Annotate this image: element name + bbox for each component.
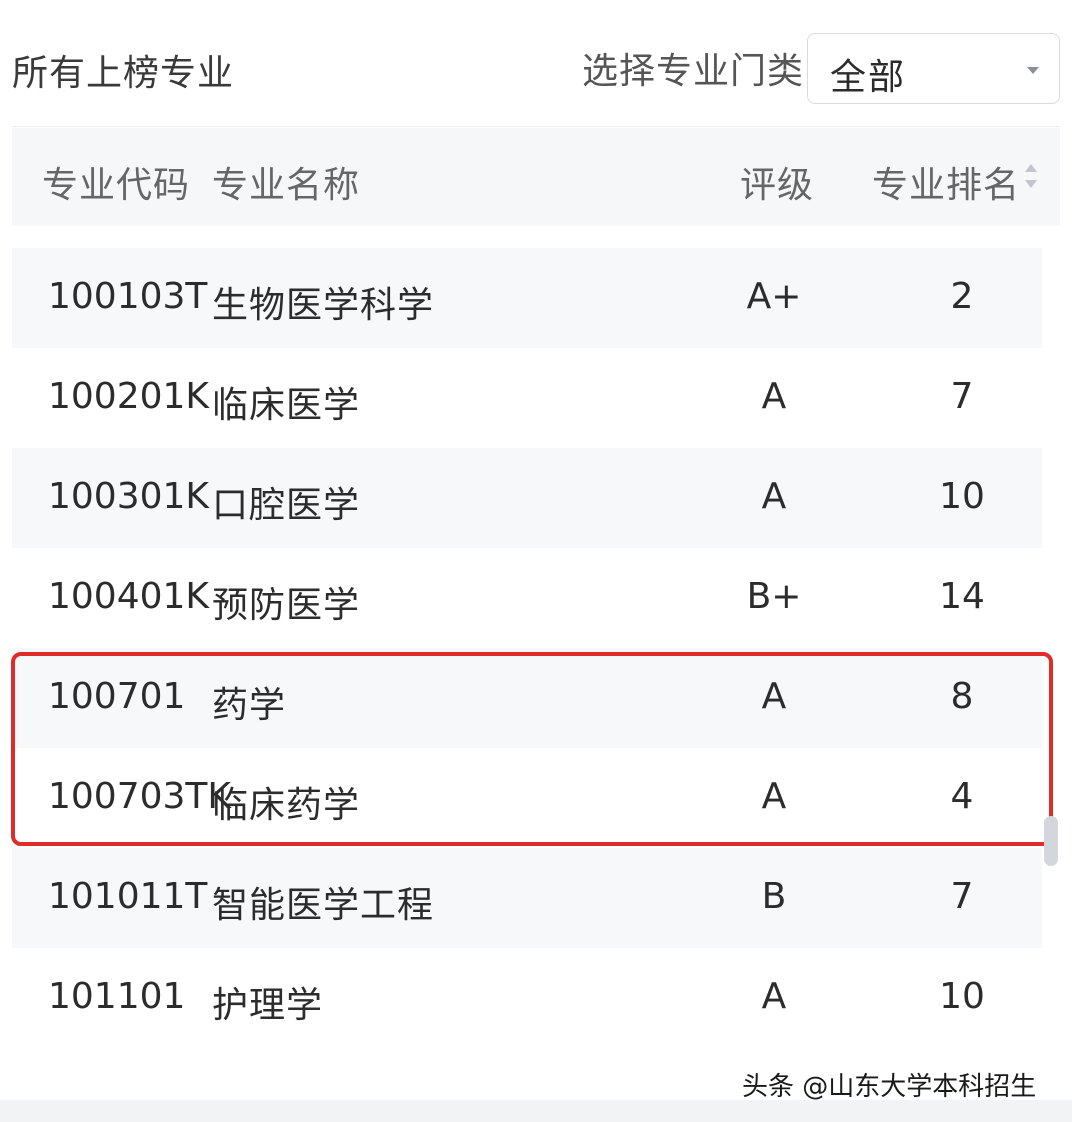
cell-grade: A bbox=[761, 976, 787, 1017]
table-row[interactable]: 101101 护理学 A 10 bbox=[12, 948, 1042, 1048]
watermark: 头条 @山东大学本科招生 bbox=[742, 1072, 1037, 1102]
cell-grade: A bbox=[761, 476, 787, 517]
table-row[interactable]: 100201K 临床医学 A 7 bbox=[12, 348, 1042, 448]
cell-name: 智能医学工程 bbox=[212, 885, 435, 926]
page-title: 所有上榜专业 bbox=[12, 53, 235, 94]
cell-rank: 2 bbox=[950, 276, 974, 317]
column-header-grade: 评级 bbox=[740, 165, 815, 206]
cell-code: 100103T bbox=[48, 276, 208, 317]
cell-rank: 7 bbox=[950, 876, 974, 917]
category-select[interactable]: 全部 bbox=[807, 33, 1060, 104]
caret-down-icon bbox=[1027, 67, 1039, 74]
table-body: 100103T 生物医学科学 A+ 2 100201K 临床医学 A 7 100… bbox=[12, 248, 1042, 1048]
cell-grade: A+ bbox=[746, 276, 802, 317]
sort-descending-icon[interactable] bbox=[1025, 180, 1037, 188]
page-header: 所有上榜专业 选择专业门类 全部 bbox=[0, 0, 1072, 128]
cell-rank: 10 bbox=[939, 476, 985, 517]
column-header-code: 专业代码 bbox=[42, 165, 191, 206]
cell-name: 临床医学 bbox=[212, 385, 361, 426]
cell-name: 生物医学科学 bbox=[212, 285, 435, 326]
scrollbar-thumb[interactable] bbox=[1044, 816, 1058, 866]
cell-code: 101101 bbox=[48, 976, 186, 1017]
cell-code: 101011T bbox=[48, 876, 208, 917]
table-header: 专业代码 专业名称 评级 专业排名 bbox=[12, 128, 1060, 226]
cell-rank: 7 bbox=[950, 376, 974, 417]
table-row[interactable]: 100401K 预防医学 B+ 14 bbox=[12, 548, 1042, 648]
table-row[interactable]: 101011T 智能医学工程 B 7 bbox=[12, 848, 1042, 948]
sort-ascending-icon[interactable] bbox=[1025, 164, 1037, 172]
cell-code: 100301K bbox=[48, 476, 210, 517]
cell-rank: 14 bbox=[939, 576, 985, 617]
cell-name: 护理学 bbox=[212, 985, 324, 1026]
cell-grade: B+ bbox=[746, 576, 802, 617]
table-row[interactable]: 100301K 口腔医学 A 10 bbox=[12, 448, 1042, 548]
cell-code: 100201K bbox=[48, 376, 210, 417]
cell-rank: 10 bbox=[939, 976, 985, 1017]
cell-name: 预防医学 bbox=[212, 585, 361, 626]
header-divider bbox=[12, 126, 1060, 127]
sort-icon[interactable] bbox=[1024, 162, 1038, 196]
category-select-value: 全部 bbox=[830, 57, 907, 98]
bottom-bar bbox=[0, 1100, 1072, 1122]
column-header-rank[interactable]: 专业排名 bbox=[872, 156, 1020, 208]
column-header-name: 专业名称 bbox=[212, 165, 361, 206]
cell-name: 口腔医学 bbox=[212, 485, 361, 526]
cell-grade: B bbox=[761, 876, 787, 917]
highlight-annotation bbox=[11, 652, 1053, 846]
table-row[interactable]: 100103T 生物医学科学 A+ 2 bbox=[12, 248, 1042, 348]
category-select-label: 选择专业门类 bbox=[582, 51, 805, 92]
cell-grade: A bbox=[761, 376, 787, 417]
cell-code: 100401K bbox=[48, 576, 210, 617]
